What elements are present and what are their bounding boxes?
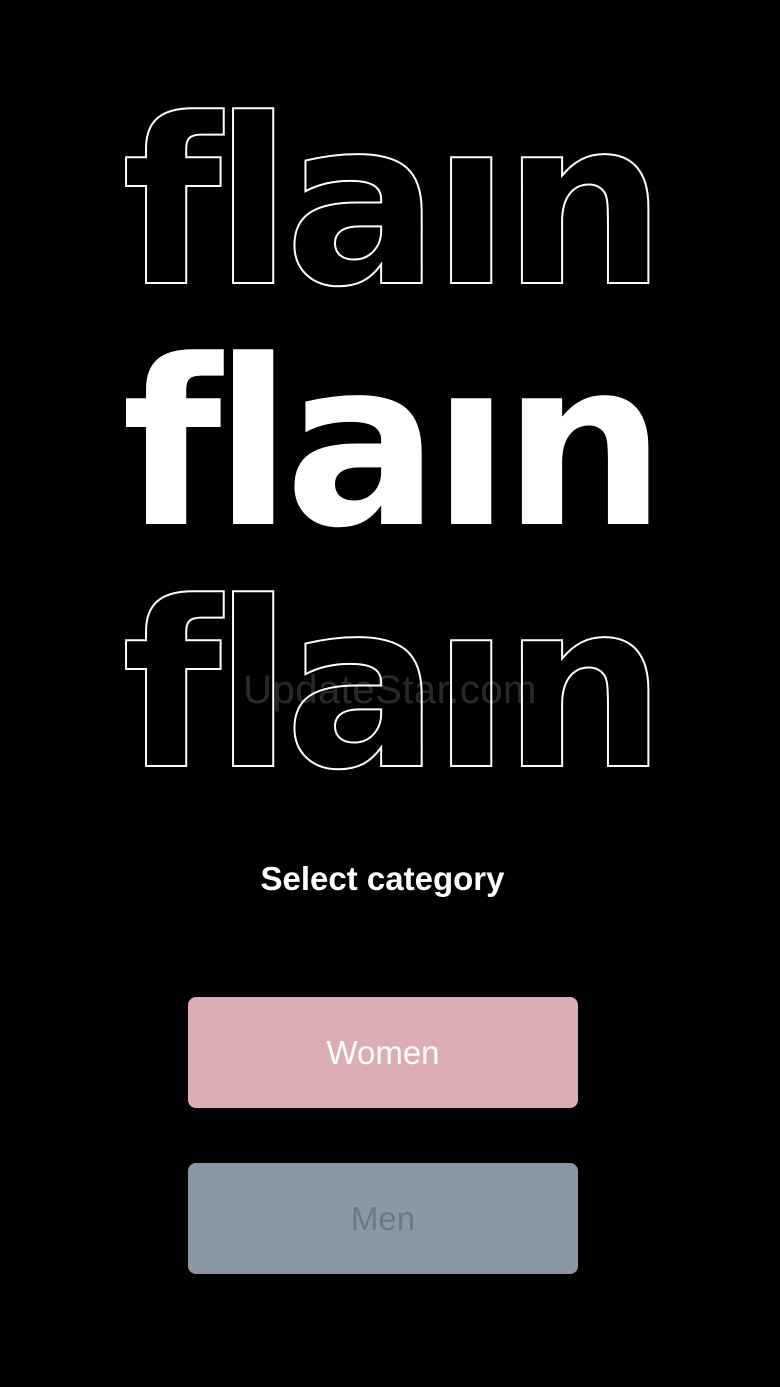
men-category-button[interactable]: Men — [188, 1163, 578, 1274]
select-category-heading: Select category — [260, 860, 505, 897]
logo-filled: flaın — [122, 312, 659, 579]
logo-outline-top: flaın — [122, 71, 659, 338]
women-category-button[interactable]: Women — [188, 997, 578, 1108]
men-button-label: Men — [350, 1199, 416, 1237]
watermark-text: UpdateStar.com — [243, 668, 537, 712]
women-button-label: Women — [326, 1033, 440, 1071]
